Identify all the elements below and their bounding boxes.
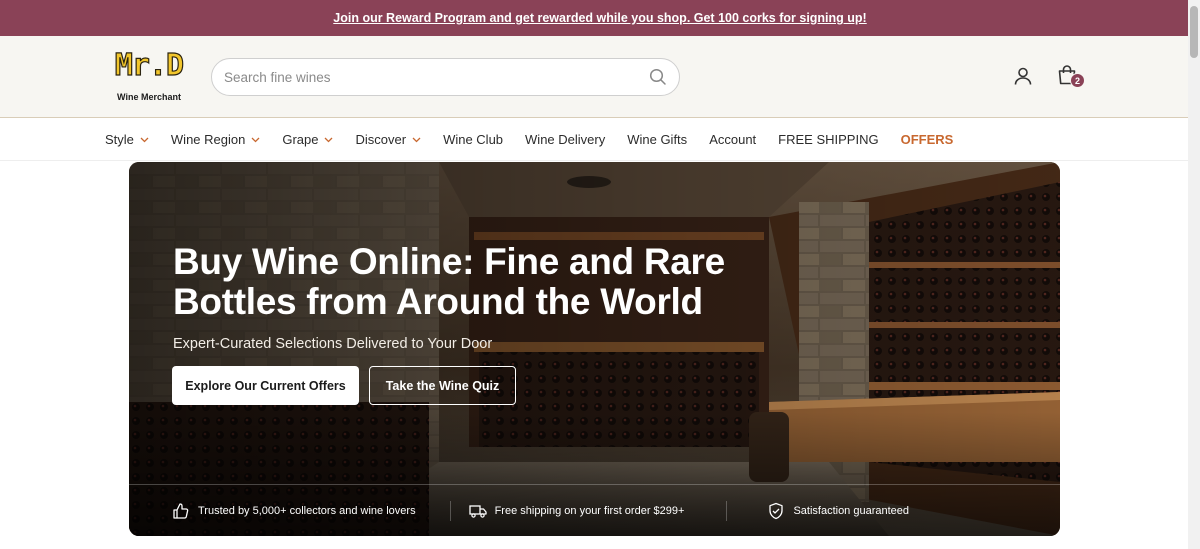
nav-item-label: Account — [709, 132, 757, 147]
nav-item-label: Wine Delivery — [525, 132, 606, 147]
nav-item-offers[interactable]: OFFERS — [901, 132, 954, 147]
nav-item-discover[interactable]: Discover — [355, 132, 421, 147]
hero-banner: Buy Wine Online: Fine and Rare Bottles f… — [129, 162, 1060, 536]
nav-item-wine-club[interactable]: Wine Club — [443, 132, 503, 147]
nav-item-label: Wine Region — [170, 132, 246, 147]
hero-ctas: Explore Our Current Offers Take the Wine… — [172, 366, 516, 405]
logo[interactable]: Mr.D Wine Merchant — [112, 48, 186, 106]
chevron-down-icon — [251, 137, 260, 143]
reward-program-link[interactable]: Join our Reward Program and get rewarded… — [333, 11, 866, 25]
search-icon[interactable] — [649, 68, 667, 86]
search-input[interactable] — [224, 69, 649, 85]
nav-item-style[interactable]: Style — [105, 132, 149, 147]
hero-text: Buy Wine Online: Fine and Rare Bottles f… — [173, 242, 793, 353]
nav-item-label: Discover — [355, 132, 407, 147]
nav-list: Style Wine Region Grape Discover Wine Cl… — [105, 118, 975, 161]
wine-quiz-button[interactable]: Take the Wine Quiz — [369, 366, 516, 405]
nav-item-account[interactable]: Account — [709, 132, 756, 147]
nav-item-wine-region[interactable]: Wine Region — [171, 132, 260, 147]
feature-divider — [726, 500, 728, 521]
feature-divider — [449, 500, 451, 521]
user-icon[interactable] — [1013, 66, 1033, 86]
thumbs-up-icon — [172, 502, 190, 520]
hero-title-line: Bottles from Around the World — [173, 281, 703, 322]
chevron-down-icon — [140, 137, 149, 143]
hero-title: Buy Wine Online: Fine and Rare Bottles f… — [173, 242, 793, 322]
nav-item-label: FREE SHIPPING — [778, 132, 879, 147]
nav-item-free-shipping[interactable]: FREE SHIPPING — [778, 132, 878, 147]
hero-title-line: Buy Wine Online: Fine and Rare — [173, 241, 725, 282]
search-box[interactable] — [211, 58, 680, 96]
nav-item-label: Grape — [282, 132, 319, 147]
shield-check-icon — [767, 502, 785, 520]
nav-item-wine-gifts[interactable]: Wine Gifts — [627, 132, 687, 147]
promo-bar: Join our Reward Program and get rewarded… — [0, 0, 1200, 36]
site-header: Mr.D Wine Merchant 2 — [0, 36, 1200, 118]
nav-item-label: OFFERS — [900, 132, 954, 147]
nav-item-label: Style — [105, 132, 134, 147]
logo-subtitle: Wine Merchant — [117, 92, 181, 102]
hero-features: Trusted by 5,000+ collectors and wine lo… — [129, 484, 1060, 536]
feature-text: Trusted by 5,000+ collectors and wine lo… — [198, 504, 416, 517]
hero-subtitle: Expert-Curated Selections Delivered to Y… — [173, 336, 493, 352]
page-scrollbar[interactable] — [1188, 0, 1200, 549]
nav-item-label: Wine Gifts — [627, 132, 688, 147]
explore-offers-button[interactable]: Explore Our Current Offers — [172, 366, 359, 405]
cart-button[interactable]: 2 — [1056, 64, 1086, 94]
chevron-down-icon — [324, 137, 333, 143]
scrollbar-thumb[interactable] — [1190, 6, 1198, 58]
chevron-down-icon — [412, 137, 421, 143]
cart-count-badge: 2 — [1070, 73, 1085, 88]
feature-text: Free shipping on your first order $299+ — [494, 504, 685, 517]
nav-item-label: Wine Club — [443, 132, 504, 147]
logo-mark: Mr.D — [114, 48, 184, 83]
feature-shipping: Free shipping on your first order $299+ — [468, 502, 685, 520]
feature-trusted: Trusted by 5,000+ collectors and wine lo… — [172, 502, 416, 520]
feature-text: Satisfaction guaranteed — [793, 504, 910, 517]
truck-icon — [468, 502, 487, 520]
nav-item-wine-delivery[interactable]: Wine Delivery — [525, 132, 605, 147]
nav-item-grape[interactable]: Grape — [282, 132, 333, 147]
main-nav: Style Wine Region Grape Discover Wine Cl… — [0, 118, 1200, 161]
feature-satisfaction: Satisfaction guaranteed — [767, 502, 909, 520]
